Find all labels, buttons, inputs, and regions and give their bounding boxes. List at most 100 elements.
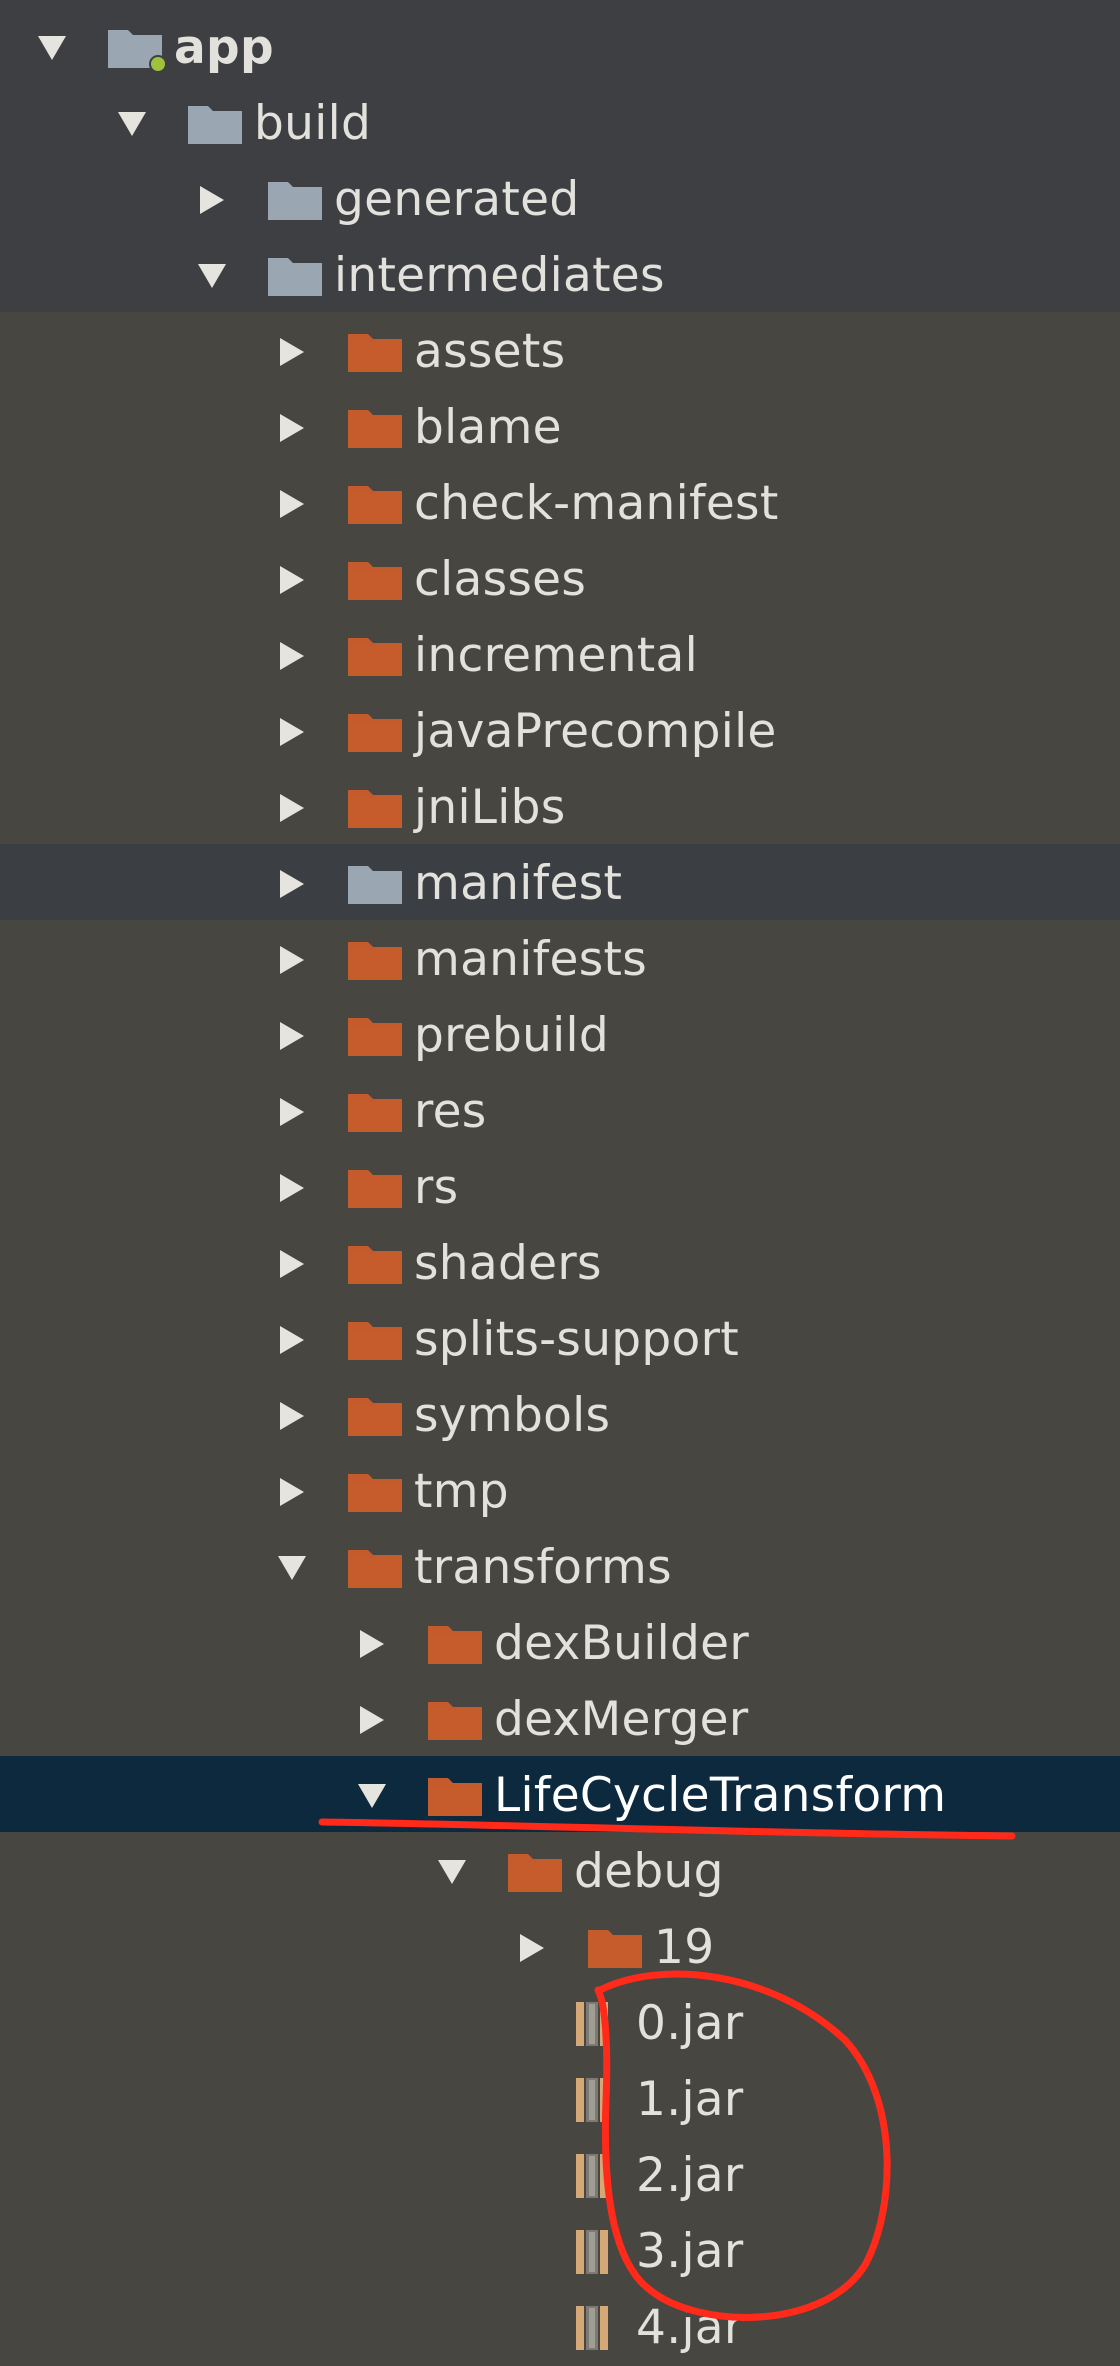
collapse-arrow-right-icon[interactable]	[356, 1628, 388, 1660]
no-arrow	[516, 2312, 548, 2344]
collapse-arrow-right-icon[interactable]	[276, 336, 308, 368]
expand-arrow-down-icon[interactable]	[196, 260, 228, 292]
tree-item-prebuild[interactable]: prebuild	[0, 998, 1120, 1074]
tree-item-label: 3.jar	[636, 2224, 744, 2279]
tree-item-label: manifest	[414, 856, 623, 911]
jar-file-icon	[568, 2000, 628, 2048]
orange-folder-icon	[346, 1088, 406, 1136]
collapse-arrow-right-icon[interactable]	[276, 944, 308, 976]
no-arrow	[516, 2160, 548, 2192]
collapse-arrow-right-icon[interactable]	[276, 564, 308, 596]
collapse-arrow-right-icon[interactable]	[276, 1476, 308, 1508]
tree-item-label: LifeCycleTransform	[494, 1768, 947, 1823]
tree-item-label: assets	[414, 324, 566, 379]
tree-item-splits-support[interactable]: splits-support	[0, 1302, 1120, 1378]
tree-item-label: dexMerger	[494, 1692, 749, 1747]
collapse-arrow-right-icon[interactable]	[196, 184, 228, 216]
orange-folder-icon	[346, 708, 406, 756]
jar-file-icon	[568, 2228, 628, 2276]
collapse-arrow-right-icon[interactable]	[276, 1020, 308, 1052]
collapse-arrow-right-icon[interactable]	[276, 1096, 308, 1128]
collapse-arrow-right-icon[interactable]	[276, 488, 308, 520]
orange-folder-icon	[346, 556, 406, 604]
tree-item-manifest[interactable]: manifest	[0, 846, 1120, 922]
collapse-arrow-right-icon[interactable]	[516, 1932, 548, 1964]
tree-item-label: manifests	[414, 932, 647, 987]
tree-item-0-jar[interactable]: 0.jar	[0, 1986, 1120, 2062]
no-arrow	[516, 2008, 548, 2040]
collapse-arrow-right-icon[interactable]	[276, 792, 308, 824]
collapse-arrow-right-icon[interactable]	[276, 1248, 308, 1280]
jar-file-icon	[568, 2304, 628, 2352]
collapse-arrow-right-icon[interactable]	[276, 1172, 308, 1204]
collapse-arrow-right-icon[interactable]	[276, 868, 308, 900]
tree-item-tmp[interactable]: tmp	[0, 1454, 1120, 1530]
tree-item-build[interactable]: build	[0, 86, 1120, 162]
tree-item-jnilibs[interactable]: jniLibs	[0, 770, 1120, 846]
orange-folder-icon	[426, 1696, 486, 1744]
tree-item-rs[interactable]: rs	[0, 1150, 1120, 1226]
tree-item-blame[interactable]: blame	[0, 390, 1120, 466]
collapse-arrow-right-icon[interactable]	[276, 640, 308, 672]
tree-item-label: dexBuilder	[494, 1616, 749, 1671]
tree-item-dexbuilder[interactable]: dexBuilder	[0, 1606, 1120, 1682]
orange-folder-icon	[346, 1392, 406, 1440]
orange-folder-icon	[346, 784, 406, 832]
tree-item-symbols[interactable]: symbols	[0, 1378, 1120, 1454]
tree-item-label: check-manifest	[414, 476, 779, 531]
tree-item-assets[interactable]: assets	[0, 314, 1120, 390]
collapse-arrow-right-icon[interactable]	[276, 1400, 308, 1432]
expand-arrow-down-icon[interactable]	[436, 1856, 468, 1888]
orange-folder-icon	[346, 1164, 406, 1212]
tree-item-generated[interactable]: generated	[0, 162, 1120, 238]
orange-folder-icon	[426, 1772, 486, 1820]
tree-item-label: rs	[414, 1160, 459, 1215]
tree-item-label: incremental	[414, 628, 698, 683]
tree-item-intermediates[interactable]: intermediates	[0, 238, 1120, 314]
expand-arrow-down-icon[interactable]	[276, 1552, 308, 1584]
tree-item-19[interactable]: 19	[0, 1910, 1120, 1986]
expand-arrow-down-icon[interactable]	[36, 32, 68, 64]
tree-item-label: jniLibs	[414, 780, 566, 835]
tree-item-label: debug	[574, 1844, 724, 1899]
collapse-arrow-right-icon[interactable]	[356, 1704, 388, 1736]
tree-item-2-jar[interactable]: 2.jar	[0, 2138, 1120, 2214]
tree-item-res[interactable]: res	[0, 1074, 1120, 1150]
orange-folder-icon	[346, 1240, 406, 1288]
tree-item-label: shaders	[414, 1236, 602, 1291]
gray-folder-icon	[186, 100, 246, 148]
orange-folder-icon	[506, 1848, 566, 1896]
tree-item-javaprecompile[interactable]: javaPrecompile	[0, 694, 1120, 770]
tree-item-classes[interactable]: classes	[0, 542, 1120, 618]
orange-folder-icon	[346, 1544, 406, 1592]
tree-item-debug[interactable]: debug	[0, 1834, 1120, 1910]
tree-item-manifests[interactable]: manifests	[0, 922, 1120, 998]
tree-item-label: 0.jar	[636, 1996, 744, 2051]
tree-item-label: classes	[414, 552, 587, 607]
tree-item-label: intermediates	[334, 248, 665, 303]
orange-folder-icon	[346, 936, 406, 984]
tree-item-label: transforms	[414, 1540, 672, 1595]
tree-item-check-manifest[interactable]: check-manifest	[0, 466, 1120, 542]
orange-folder-icon	[346, 480, 406, 528]
expand-arrow-down-icon[interactable]	[116, 108, 148, 140]
tree-item-lifecycletransform[interactable]: LifeCycleTransform	[0, 1758, 1120, 1834]
tree-item-4-jar[interactable]: 4.jar	[0, 2290, 1120, 2366]
tree-item-label: tmp	[414, 1464, 509, 1519]
orange-folder-icon	[346, 328, 406, 376]
tree-item-shaders[interactable]: shaders	[0, 1226, 1120, 1302]
tree-item-label: prebuild	[414, 1008, 610, 1063]
jar-file-icon	[568, 2152, 628, 2200]
tree-item-dexmerger[interactable]: dexMerger	[0, 1682, 1120, 1758]
tree-item-label: 1.jar	[636, 2072, 744, 2127]
expand-arrow-down-icon[interactable]	[356, 1780, 388, 1812]
tree-item-app[interactable]: app	[0, 10, 1120, 86]
tree-item-transforms[interactable]: transforms	[0, 1530, 1120, 1606]
tree-item-incremental[interactable]: incremental	[0, 618, 1120, 694]
collapse-arrow-right-icon[interactable]	[276, 716, 308, 748]
collapse-arrow-right-icon[interactable]	[276, 1324, 308, 1356]
tree-item-1-jar[interactable]: 1.jar	[0, 2062, 1120, 2138]
tree-item-label: 2.jar	[636, 2148, 744, 2203]
tree-item-3-jar[interactable]: 3.jar	[0, 2214, 1120, 2290]
collapse-arrow-right-icon[interactable]	[276, 412, 308, 444]
